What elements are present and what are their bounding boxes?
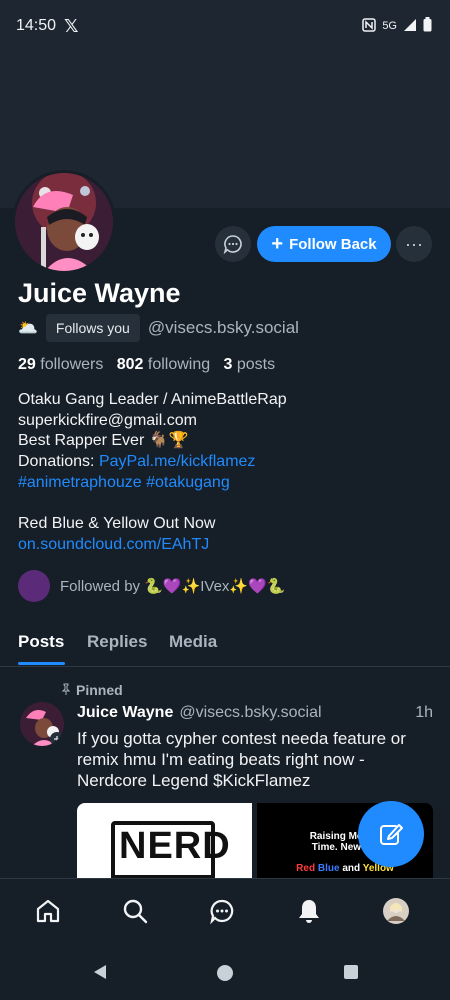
more-options-button[interactable]: ··· xyxy=(396,226,432,262)
status-time: 14:50 xyxy=(16,17,57,34)
home-icon xyxy=(36,899,60,923)
following-label: following xyxy=(147,356,211,373)
profile-handle[interactable]: @visecs.bsky.social xyxy=(148,318,299,338)
bio-line: Donations: PayPal.me/kickflamez xyxy=(18,452,438,473)
profile-display-name: Juice Wayne xyxy=(18,278,181,308)
followed-by-row[interactable]: Followed by 🐍💜✨IVex✨💜🐍 xyxy=(18,570,285,602)
active-tab-indicator xyxy=(18,662,65,665)
profile-avatar-icon xyxy=(383,898,409,924)
search-icon xyxy=(123,899,148,924)
nfc-icon xyxy=(362,17,377,35)
bio-donations-label: Donations: xyxy=(18,453,99,471)
post-text: If you gotta cypher contest needa featur… xyxy=(77,729,406,790)
status-bar: 14:50 𝕏 5G xyxy=(0,0,450,48)
chat-nav-button[interactable] xyxy=(206,895,238,927)
x-app-icon: 𝕏 xyxy=(64,16,79,36)
recents-square-icon xyxy=(344,965,358,979)
status-indicators: 5G xyxy=(362,17,432,35)
hashtag-links[interactable]: #animetraphouze #otakugang xyxy=(18,473,438,494)
bio-spacer xyxy=(18,494,438,515)
profile-bio: Otaku Gang Leader / AnimeBattleRap super… xyxy=(18,390,438,556)
posts-count: 3 xyxy=(223,356,233,373)
plus-icon: + xyxy=(271,233,284,255)
post-header: Juice Wayne @visecs.bsky.social 1h xyxy=(77,704,433,722)
post-author-name[interactable]: Juice Wayne xyxy=(77,704,173,722)
chat-bubble-icon xyxy=(223,235,242,254)
battery-icon xyxy=(423,17,432,35)
flyer-red: Red xyxy=(296,863,316,874)
post-author-avatar[interactable] xyxy=(20,702,64,746)
profile-tabs: Posts Replies Media xyxy=(0,618,450,667)
follows-you-badge: Follows you xyxy=(45,314,140,342)
pinned-indicator: Pinned xyxy=(60,682,123,698)
paypal-link[interactable]: PayPal.me/kickflamez xyxy=(99,453,256,470)
home-system-button[interactable] xyxy=(216,964,234,987)
message-button[interactable] xyxy=(215,226,251,262)
flyer-blue: Blue xyxy=(317,863,340,874)
chat-icon xyxy=(210,899,234,924)
avatar-illustration xyxy=(15,173,113,271)
post-avatar-illustration xyxy=(20,702,64,746)
bio-line: Red Blue & Yellow Out Now xyxy=(18,515,216,533)
following-count: 802 xyxy=(116,356,144,373)
notifications-nav-button[interactable] xyxy=(293,895,325,927)
signal-icon xyxy=(403,18,417,35)
followers-count: 29 xyxy=(18,356,36,373)
tab-posts[interactable]: Posts xyxy=(18,632,64,652)
compose-button[interactable] xyxy=(358,801,424,867)
compose-icon xyxy=(380,824,403,845)
system-navigation-bar xyxy=(0,942,450,1000)
tab-media[interactable]: Media xyxy=(169,632,217,652)
post-timestamp[interactable]: 1h xyxy=(415,704,433,722)
bio-line: Otaku Gang Leader / AnimeBattleRap xyxy=(18,391,287,408)
flyer-line-3: Red Blue and Yellow xyxy=(257,863,433,874)
posts-stat: 3 posts xyxy=(224,356,276,373)
follow-back-button[interactable]: + Follow Back xyxy=(257,226,391,262)
soundcloud-link[interactable]: on.soundcloud.com/EAhTJ xyxy=(18,535,438,556)
ellipsis-icon: ··· xyxy=(405,233,423,254)
pinned-label: Pinned xyxy=(76,682,123,698)
profile-nav-button[interactable] xyxy=(380,895,412,927)
followers-label: followers xyxy=(40,356,104,373)
notifications-icon xyxy=(299,900,319,923)
posts-label: posts xyxy=(236,356,276,373)
back-triangle-icon xyxy=(94,965,106,979)
back-button[interactable] xyxy=(92,964,108,985)
pin-icon xyxy=(60,682,72,698)
recents-button[interactable] xyxy=(343,964,359,985)
flyer-and: and xyxy=(342,863,361,874)
home-nav-button[interactable] xyxy=(32,895,64,927)
following-link[interactable]: 802 following xyxy=(117,356,210,373)
profile-avatar[interactable] xyxy=(12,170,116,274)
follower-avatar xyxy=(18,570,50,602)
bottom-nav xyxy=(0,878,450,943)
tab-replies[interactable]: Replies xyxy=(87,632,147,652)
post-author-handle[interactable]: @visecs.bsky.social xyxy=(179,704,321,722)
nerdcore-logo-text: NERD xyxy=(119,825,231,867)
network-type: 5G xyxy=(382,20,397,32)
follow-back-label: Follow Back xyxy=(289,235,377,253)
emoji-badge: 🌥️ xyxy=(18,320,38,337)
followed-by-text: Followed by 🐍💜✨IVex✨💜🐍 xyxy=(60,578,286,595)
bio-line: superkickfire@gmail.com xyxy=(18,411,197,429)
followers-link[interactable]: 29 followers xyxy=(18,356,103,373)
home-circle-icon xyxy=(217,965,233,981)
handle-row: 🌥️ Follows you @visecs.bsky.social xyxy=(18,314,299,342)
search-nav-button[interactable] xyxy=(119,895,151,927)
profile-stats: 29 followers 802 following 3 posts xyxy=(18,356,275,374)
bio-line: Best Rapper Ever 🐐🏆 xyxy=(18,432,189,450)
